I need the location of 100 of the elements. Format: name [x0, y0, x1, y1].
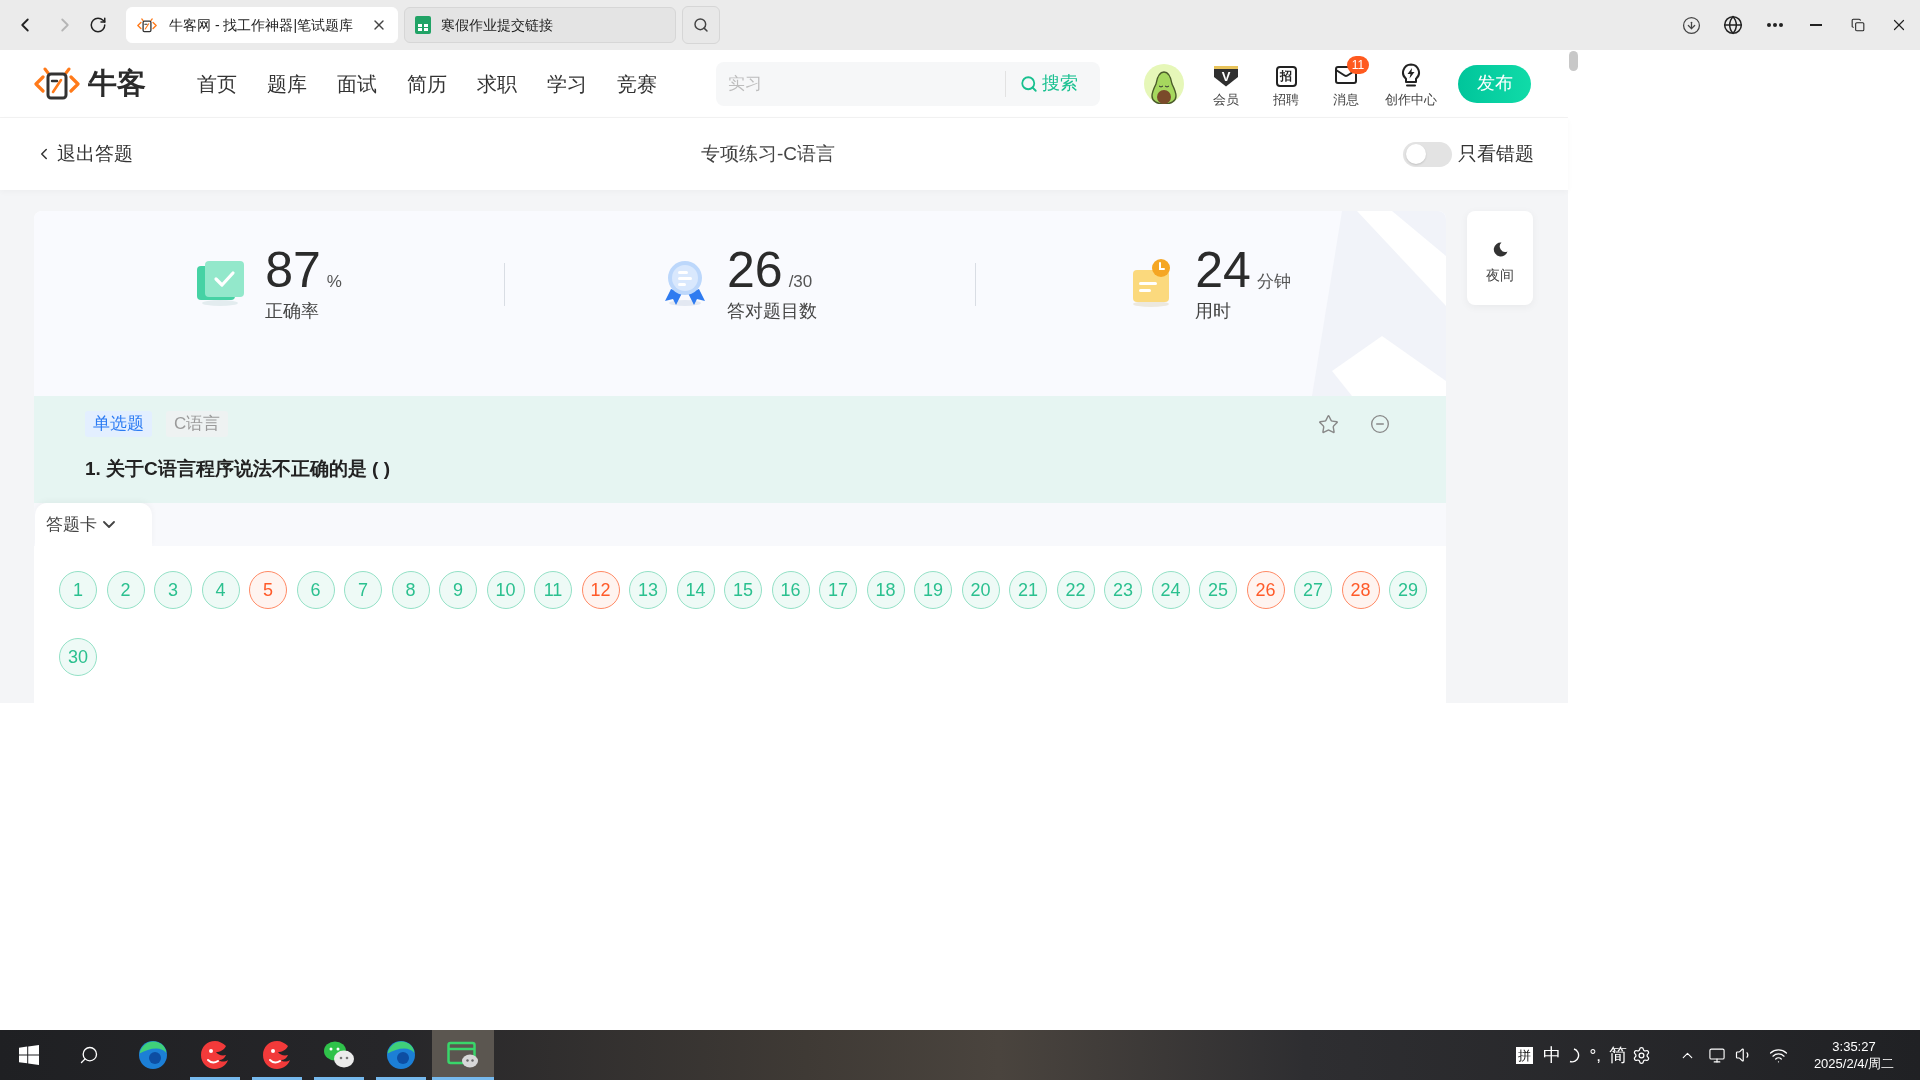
tab-title: 牛客网 - 找工作神器|笔试题库	[169, 15, 354, 35]
clock-date: 2025/2/4/周二	[1813, 1055, 1895, 1072]
minus-circle-icon	[1370, 414, 1390, 434]
search-input[interactable]: 实习	[728, 68, 988, 99]
question-number-button[interactable]: 19	[914, 571, 952, 609]
favorite-button[interactable]	[1316, 412, 1340, 436]
lightbulb-icon	[1401, 62, 1421, 87]
scrollbar-thumb[interactable]	[1569, 51, 1578, 71]
header-link-label: 消息	[1333, 91, 1359, 109]
question-number-button[interactable]: 4	[201, 571, 240, 609]
nav-link[interactable]: 简历	[407, 68, 447, 99]
question-number-button[interactable]: 10	[486, 571, 525, 609]
question-tag: 单选题	[85, 411, 152, 437]
publish-button[interactable]: 发布	[1458, 64, 1531, 103]
chat-window-icon	[447, 1041, 479, 1069]
nav-link[interactable]: 学习	[547, 68, 587, 99]
swirl-browser-icon	[138, 1040, 168, 1070]
exit-link[interactable]: 退出答题	[35, 139, 133, 169]
question-number-button[interactable]: 9	[439, 571, 477, 609]
question-number-button[interactable]: 16	[771, 571, 810, 609]
question-number-button[interactable]: 7	[344, 571, 382, 609]
download-icon	[1682, 15, 1702, 35]
question-number-button[interactable]: 27	[1294, 571, 1332, 609]
search-field[interactable]: 实习	[716, 61, 1005, 106]
stat-unit: %	[326, 271, 342, 293]
question-number-button[interactable]: 26	[1246, 571, 1285, 609]
night-mode-button[interactable]: 夜间	[1467, 211, 1533, 305]
globe-icon	[1723, 15, 1744, 35]
toggle-switch[interactable]	[1403, 141, 1452, 167]
medal-icon	[663, 259, 707, 307]
input-mode-indicator[interactable]: 拼	[1516, 1046, 1534, 1064]
script-indicator[interactable]: 简	[1609, 1046, 1627, 1064]
search-icon	[693, 17, 709, 33]
chevron-down-icon	[103, 521, 115, 528]
remove-button[interactable]	[1368, 412, 1392, 436]
question-number-button[interactable]: 5	[249, 571, 287, 609]
bird-app-icon	[262, 1040, 292, 1070]
header-link-label: 创作中心	[1385, 91, 1437, 109]
toggle-label: 只看错题	[1458, 141, 1534, 166]
browser-tab[interactable]: 牛客网 - 找工作神器|笔试题库	[126, 7, 398, 43]
stat-value: 26	[727, 243, 783, 297]
question-number-button[interactable]: 24	[1151, 571, 1190, 609]
moon-icon	[1492, 242, 1508, 257]
header-link-label: 招聘	[1273, 91, 1299, 109]
header-link[interactable]: 11 消息	[1316, 55, 1376, 110]
settings-icon[interactable]	[1632, 1045, 1651, 1065]
header-link[interactable]: 招 招聘	[1256, 55, 1316, 110]
question-number-button[interactable]: 25	[1199, 571, 1237, 609]
star-icon	[1317, 413, 1339, 435]
question-number-button[interactable]: 13	[629, 571, 667, 609]
nav-link[interactable]: 求职	[477, 68, 517, 99]
nav-link[interactable]: 竞赛	[617, 68, 657, 99]
question-number-button[interactable]: 20	[961, 571, 1000, 609]
page-title: 专项练习-C语言	[700, 141, 836, 166]
clock-button[interactable]: 3:35:27 2025/2/4/周二	[1802, 1038, 1906, 1072]
home-logo-link[interactable]: 牛客	[34, 66, 146, 101]
answer-card-tab[interactable]: 答题卡	[35, 503, 152, 546]
spreadsheet-icon	[415, 16, 431, 34]
question-number-button[interactable]: 14	[676, 571, 715, 609]
question-text: 1. 关于C语言程序说法不正确的是 ( )	[85, 457, 392, 481]
question-number-button[interactable]: 11	[534, 571, 572, 609]
header-link[interactable]: V 会员	[1196, 55, 1256, 110]
stat-label: 正确率	[265, 300, 321, 323]
nav-link[interactable]: 题库	[267, 68, 307, 99]
search-button[interactable]: 搜索	[1005, 61, 1100, 106]
question-number-button[interactable]: 1	[59, 571, 97, 609]
chat-bubbles-icon	[323, 1040, 355, 1070]
question-tag: C语言	[166, 411, 229, 437]
clock-time: 3:35:27	[1832, 1038, 1876, 1055]
input-language-indicator[interactable]: 中	[1543, 1046, 1562, 1064]
question-number-button[interactable]: 30	[59, 638, 97, 676]
question-number-button[interactable]: 28	[1341, 571, 1380, 609]
question-number-button[interactable]: 8	[391, 571, 430, 609]
check-book-icon	[196, 260, 246, 306]
question-number-button[interactable]: 23	[1104, 571, 1142, 609]
logo-icon	[34, 66, 80, 101]
search-icon	[1020, 74, 1038, 93]
question-number-button[interactable]: 22	[1056, 571, 1095, 609]
vip-icon: V	[1214, 65, 1238, 87]
bird-app-icon	[200, 1040, 230, 1070]
question-number-button[interactable]: 6	[296, 571, 335, 609]
punctuation-indicator[interactable]: °,	[1589, 1046, 1601, 1064]
restore-icon	[1850, 18, 1865, 32]
browser-tab[interactable]: 寒假作业提交链接	[404, 7, 676, 43]
avatar[interactable]	[1144, 63, 1184, 104]
crescent-moon-icon[interactable]	[1569, 1047, 1582, 1063]
question-number-button[interactable]: 2	[106, 571, 145, 609]
header-link[interactable]: 创作中心	[1376, 55, 1446, 110]
question-number-button[interactable]: 21	[1009, 571, 1047, 609]
question-number-button[interactable]: 12	[581, 571, 620, 609]
tab-search-button[interactable]	[682, 6, 720, 44]
question-number-button[interactable]: 3	[154, 571, 192, 609]
question-number-button[interactable]: 17	[819, 571, 857, 609]
question-number-button[interactable]: 15	[724, 571, 762, 609]
question-number-button[interactable]: 18	[866, 571, 905, 609]
nav-link[interactable]: 面试	[337, 68, 377, 99]
nav-link[interactable]: 首页	[197, 68, 237, 99]
question-number-button[interactable]: 29	[1389, 571, 1427, 609]
monitor-icon[interactable]	[1708, 1046, 1726, 1064]
stat-unit: /30	[788, 271, 813, 293]
